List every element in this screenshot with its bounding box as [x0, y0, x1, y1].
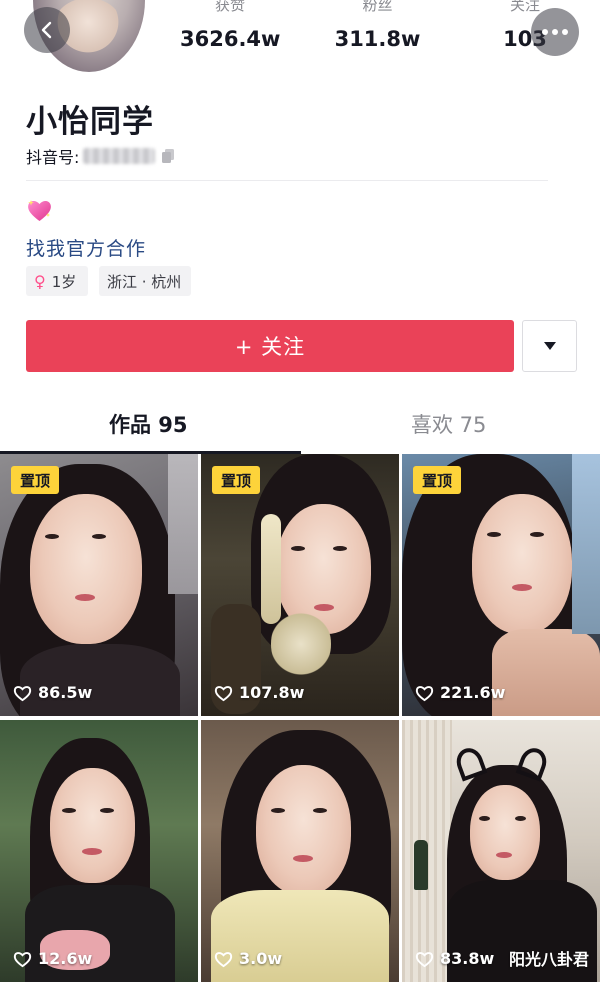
video-tile[interactable]: 12.6w: [0, 720, 198, 982]
video-thumbnail: [402, 720, 600, 982]
heart-outline-icon: [415, 685, 434, 701]
tag-age: ♀ 1岁: [26, 266, 88, 296]
douyin-id: 抖音号:: [26, 144, 175, 168]
bio-business-link[interactable]: 找我官方合作: [26, 234, 146, 261]
video-like-count-value: 107.8w: [239, 683, 305, 702]
video-tile[interactable]: 置顶 86.5w: [0, 454, 198, 716]
stat-followers[interactable]: 粉丝 311.8w: [330, 0, 425, 50]
more-dots-icon: [552, 29, 558, 35]
tag-location: 浙江 · 杭州: [99, 266, 191, 296]
video-like-count: 221.6w: [415, 683, 505, 702]
video-like-count-value: 83.8w: [440, 949, 495, 968]
stat-likes[interactable]: 获赞 3626.4w: [180, 0, 280, 50]
recommend-dropdown-button[interactable]: [522, 320, 577, 372]
video-like-count-value: 221.6w: [440, 683, 506, 702]
tab-works[interactable]: 作品 95: [109, 410, 188, 440]
video-like-count: 3.0w: [214, 949, 282, 968]
stat-followers-label: 粉丝: [362, 0, 393, 14]
video-tile[interactable]: 置顶 221.6w: [402, 454, 600, 716]
follow-button[interactable]: + 关注: [26, 320, 514, 372]
heart-outline-icon: [214, 951, 233, 967]
video-like-count: 107.8w: [214, 683, 304, 702]
watermark: 阳光八卦君: [508, 950, 589, 969]
video-like-count: 86.5w: [13, 683, 92, 702]
douyin-id-label: 抖音号:: [26, 148, 80, 167]
sparkling-heart-icon: [26, 198, 53, 229]
pinned-badge: 置顶: [212, 466, 260, 494]
heart-outline-icon: [13, 685, 32, 701]
divider: [26, 180, 548, 181]
tag-age-label: 1岁: [51, 272, 77, 291]
video-like-count-value: 3.0w: [239, 949, 283, 968]
video-tile[interactable]: 置顶 107.8w: [201, 454, 399, 716]
more-dots-icon: [562, 29, 568, 35]
douyin-id-value-blurred: [83, 148, 156, 164]
copy-icon[interactable]: [161, 148, 175, 164]
heart-outline-icon: [214, 685, 233, 701]
video-like-count-value: 12.6w: [38, 949, 93, 968]
more-dots-icon: [542, 29, 548, 35]
video-like-count: 12.6w: [13, 949, 92, 968]
stat-followers-value: 311.8w: [334, 27, 421, 51]
video-thumbnail: [201, 720, 399, 982]
nickname: 小怡同学: [26, 104, 154, 140]
triangle-down-icon: [543, 342, 556, 350]
video-like-count-value: 86.5w: [38, 683, 93, 702]
pinned-badge: 置顶: [11, 466, 59, 494]
pinned-badge: 置顶: [413, 466, 461, 494]
video-thumbnail: [0, 720, 198, 982]
tab-likes[interactable]: 喜欢 75: [411, 410, 486, 440]
more-button[interactable]: [531, 8, 579, 56]
heart-outline-icon: [415, 951, 434, 967]
female-gender-icon: ♀: [34, 271, 46, 291]
video-grid: 置顶 86.5w 置顶 107.8w 置顶 221.6w 12.6w 3.0w …: [0, 454, 600, 983]
stat-likes-value: 3626.4w: [180, 27, 281, 51]
video-tile[interactable]: 83.8w 阳光八卦君: [402, 720, 600, 982]
chevron-left-icon: [41, 21, 52, 39]
video-like-count: 83.8w: [415, 949, 494, 968]
back-button[interactable]: [24, 7, 70, 53]
stat-likes-label: 获赞: [214, 0, 245, 14]
video-tile[interactable]: 3.0w: [201, 720, 399, 982]
heart-outline-icon: [13, 951, 32, 967]
